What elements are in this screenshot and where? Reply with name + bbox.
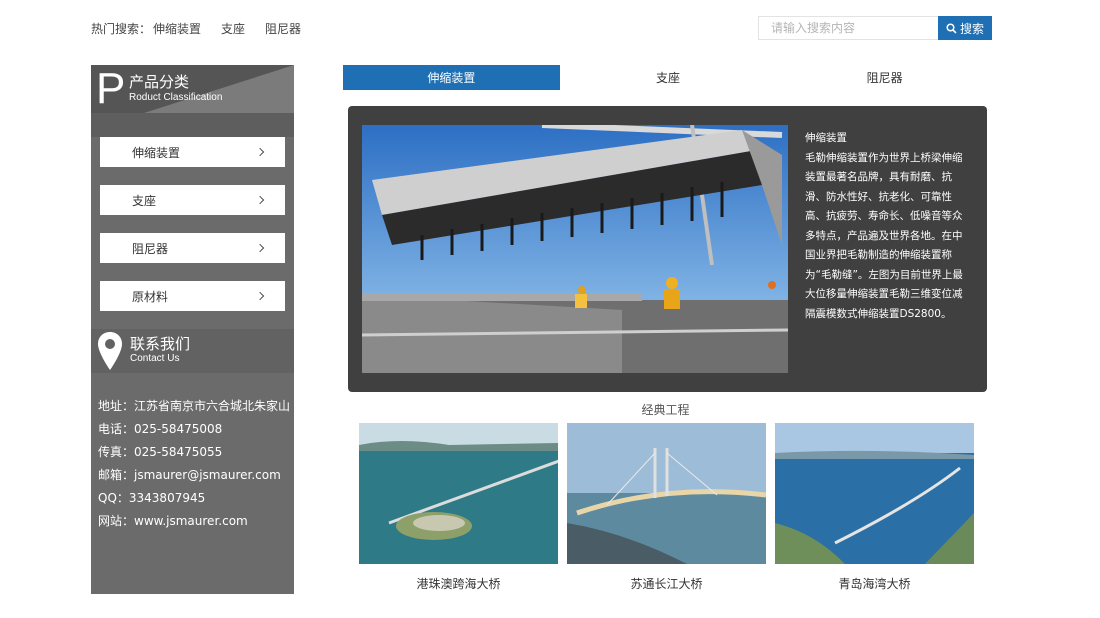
chevron-right-icon bbox=[255, 195, 265, 205]
product-category-header: P 产品分类 Roduct Classification bbox=[91, 65, 294, 113]
sidebar-item-bearing[interactable]: 支座 bbox=[100, 185, 285, 215]
contact-email: 邮箱：jsmaurer@jsmaurer.com bbox=[98, 468, 281, 482]
sidebar-item-label: 伸缩装置 bbox=[132, 145, 181, 160]
contact-list: 地址：江苏省南京市六合城北朱家山 电话：025-58475008 传真：025-… bbox=[91, 373, 294, 533]
feature-description: 伸缩装置 毛勒伸缩装置作为世界上桥梁伸缩装置最著名品牌，具有耐磨、抗滑、防水性好… bbox=[805, 132, 963, 320]
hot-link-expansion[interactable]: 伸缩装置 bbox=[153, 20, 201, 37]
search-input[interactable] bbox=[758, 16, 938, 40]
project-photo-sutong[interactable] bbox=[567, 423, 766, 564]
feature-panel: 伸缩装置 毛勒伸缩装置作为世界上桥梁伸缩装置最著名品牌，具有耐磨、抗滑、防水性好… bbox=[348, 106, 987, 392]
hot-search-label: 热门搜索： bbox=[91, 22, 152, 36]
tab-damper[interactable]: 阻尼器 bbox=[776, 65, 993, 90]
expansion-joint-photo[interactable] bbox=[362, 125, 788, 373]
chevron-right-icon bbox=[255, 243, 265, 253]
project-photo-qingdao[interactable] bbox=[775, 423, 974, 564]
sidebar-item-label: 阻尼器 bbox=[132, 241, 169, 256]
location-pin-icon bbox=[98, 332, 122, 370]
search-bar: 搜索 bbox=[758, 16, 992, 40]
contact-fax: 传真：025-58475055 bbox=[98, 445, 223, 459]
category-title: 产品分类 bbox=[129, 73, 190, 91]
sidebar: P 产品分类 Roduct Classification 伸缩装置 支座 阻尼器… bbox=[91, 65, 294, 594]
sidebar-item-expansion-joint[interactable]: 伸缩装置 bbox=[100, 137, 285, 167]
contact-qq: QQ：3343807945 bbox=[98, 491, 206, 505]
contact-address: 地址：江苏省南京市六合城北朱家山 bbox=[98, 399, 291, 413]
category-letter: P bbox=[96, 65, 126, 113]
search-button[interactable]: 搜索 bbox=[938, 16, 992, 40]
contact-website: 网站：www.jsmaurer.com bbox=[98, 514, 248, 528]
hot-link-damper[interactable]: 阻尼器 bbox=[265, 20, 301, 37]
contact-title: 联系我们 bbox=[130, 335, 191, 353]
chevron-right-icon bbox=[255, 147, 265, 157]
sidebar-item-label: 支座 bbox=[132, 193, 157, 208]
category-menu: 伸缩装置 支座 阻尼器 原材料 bbox=[91, 137, 294, 311]
tab-bearing[interactable]: 支座 bbox=[560, 65, 777, 90]
project-photo-hzmb[interactable] bbox=[359, 423, 558, 564]
project-name: 港珠澳跨海大桥 bbox=[416, 577, 501, 591]
contact-header: 联系我们 Contact Us bbox=[91, 329, 294, 373]
project-name: 青岛海湾大桥 bbox=[838, 577, 911, 591]
project-name: 苏通长江大桥 bbox=[630, 577, 703, 591]
contact-phone: 电话：025-58475008 bbox=[98, 422, 223, 436]
projects-title: 经典工程 bbox=[641, 403, 690, 417]
search-button-label: 搜索 bbox=[959, 21, 984, 36]
hot-search: 热门搜索： 伸缩装置 支座 阻尼器 bbox=[91, 20, 321, 37]
chevron-right-icon bbox=[255, 291, 265, 301]
project-card[interactable]: 青岛海湾大桥 bbox=[775, 423, 974, 592]
product-tabs: 伸缩装置 支座 阻尼器 bbox=[343, 65, 993, 90]
search-icon bbox=[946, 22, 957, 34]
sidebar-item-damper[interactable]: 阻尼器 bbox=[100, 233, 285, 263]
sidebar-item-raw-material[interactable]: 原材料 bbox=[100, 281, 285, 311]
category-subtitle: Roduct Classification bbox=[129, 92, 223, 103]
contact-subtitle: Contact Us bbox=[130, 353, 180, 364]
sidebar-item-label: 原材料 bbox=[132, 289, 169, 304]
project-card[interactable]: 苏通长江大桥 bbox=[567, 423, 766, 592]
tab-expansion-joint[interactable]: 伸缩装置 bbox=[343, 65, 560, 90]
hot-link-bearing[interactable]: 支座 bbox=[221, 20, 245, 37]
project-card[interactable]: 港珠澳跨海大桥 bbox=[359, 423, 558, 592]
